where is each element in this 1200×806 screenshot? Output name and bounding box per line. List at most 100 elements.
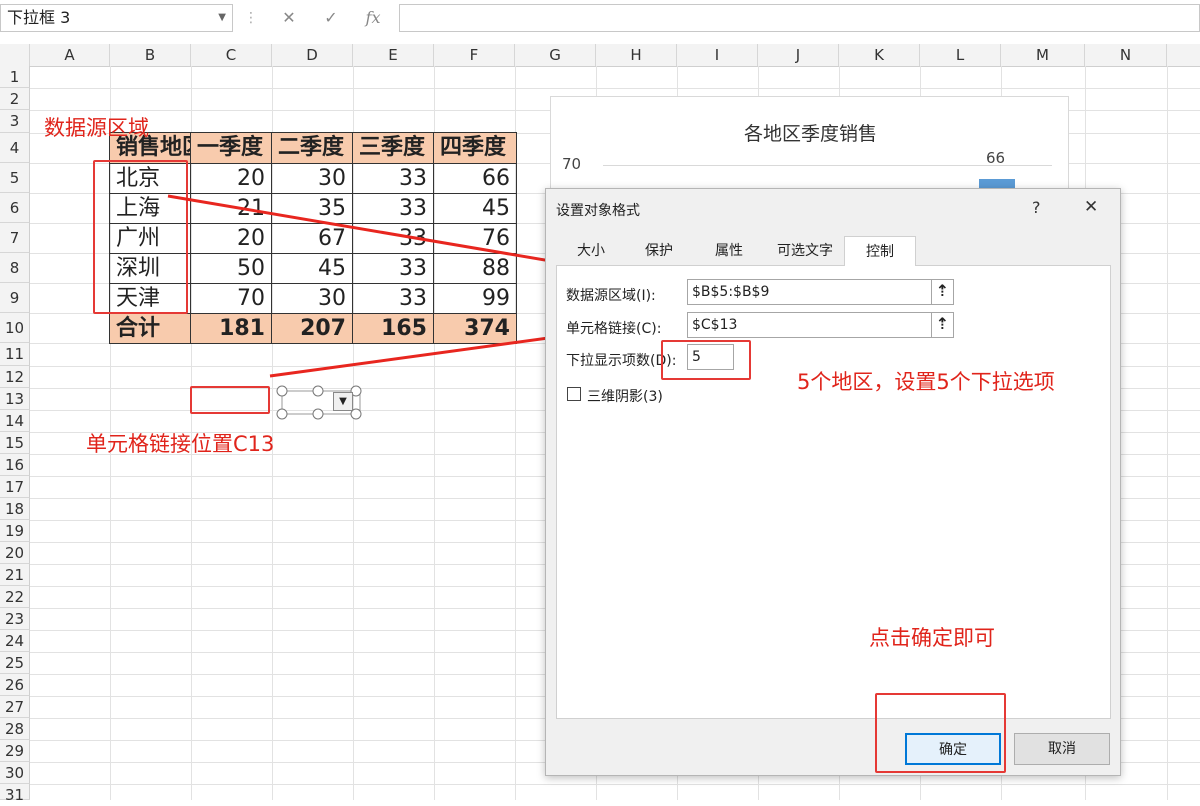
- dropdown-combo-control[interactable]: ▼: [276, 384, 368, 420]
- column-header[interactable]: D: [272, 44, 353, 66]
- tab-protection[interactable]: 保护: [626, 236, 692, 266]
- cancel-button[interactable]: 取消: [1014, 733, 1110, 765]
- table-cell[interactable]: 88: [434, 254, 517, 284]
- row-header[interactable]: 19: [0, 520, 30, 542]
- row-header[interactable]: 3: [0, 110, 30, 133]
- table-cell[interactable]: 33: [353, 284, 434, 314]
- row-header[interactable]: 22: [0, 586, 30, 608]
- row-header[interactable]: 24: [0, 630, 30, 652]
- row-header[interactable]: 7: [0, 223, 30, 253]
- table-header-cell[interactable]: 一季度: [191, 133, 272, 164]
- tab-control[interactable]: 控制: [844, 236, 916, 266]
- column-header[interactable]: K: [839, 44, 920, 66]
- table-cell[interactable]: 33: [353, 194, 434, 224]
- collapse-dialog-icon[interactable]: ⇡: [931, 313, 953, 337]
- enter-formula-icon[interactable]: ✓: [318, 6, 344, 30]
- row-header[interactable]: 11: [0, 343, 30, 366]
- chevron-down-icon[interactable]: ▼: [218, 5, 226, 31]
- dropdown-arrow-icon[interactable]: ▼: [333, 392, 353, 411]
- drag-handle-icon[interactable]: ⋮: [244, 10, 258, 26]
- table-total-cell[interactable]: 165: [353, 314, 434, 344]
- column-header[interactable]: B: [110, 44, 191, 66]
- row-header[interactable]: 25: [0, 652, 30, 674]
- table-cell[interactable]: 33: [353, 254, 434, 284]
- table-header-cell[interactable]: 三季度: [353, 133, 434, 164]
- tab-size[interactable]: 大小: [558, 236, 624, 266]
- collapse-dialog-icon[interactable]: ⇡: [931, 280, 953, 304]
- formula-input[interactable]: [399, 4, 1200, 32]
- name-box[interactable]: 下拉框 3 ▼: [0, 4, 233, 32]
- table-total-cell[interactable]: 181: [191, 314, 272, 344]
- table-total-cell[interactable]: 374: [434, 314, 517, 344]
- row-header[interactable]: 5: [0, 163, 30, 193]
- table-cell[interactable]: 70: [191, 284, 272, 314]
- insert-function-icon[interactable]: fx: [360, 6, 386, 30]
- annotation-cell-link: 单元格链接位置C13: [86, 432, 275, 456]
- table-total-cell[interactable]: 合计: [110, 314, 191, 344]
- name-box-value: 下拉框 3: [7, 8, 71, 27]
- row-header[interactable]: 17: [0, 476, 30, 498]
- row-header[interactable]: 30: [0, 762, 30, 784]
- row-header[interactable]: 23: [0, 608, 30, 630]
- column-header[interactable]: F: [434, 44, 515, 66]
- table-total-cell[interactable]: 207: [272, 314, 353, 344]
- cancel-formula-icon[interactable]: ✕: [276, 6, 302, 30]
- row-header[interactable]: 28: [0, 718, 30, 740]
- row-header[interactable]: 15: [0, 432, 30, 454]
- close-icon[interactable]: ✕: [1084, 197, 1098, 217]
- table-cell[interactable]: 20: [191, 164, 272, 194]
- 3d-shading-checkbox[interactable]: [567, 387, 581, 401]
- table-cell[interactable]: 35: [272, 194, 353, 224]
- cell-link-field[interactable]: $C$13 ⇡: [687, 312, 954, 338]
- row-header[interactable]: 27: [0, 696, 30, 718]
- table-cell[interactable]: 33: [353, 224, 434, 254]
- select-all-corner[interactable]: [0, 44, 30, 66]
- input-range-field[interactable]: $B$5:$B$9 ⇡: [687, 279, 954, 305]
- table-cell[interactable]: 45: [434, 194, 517, 224]
- table-cell[interactable]: 76: [434, 224, 517, 254]
- column-header[interactable]: J: [758, 44, 839, 66]
- table-cell[interactable]: 50: [191, 254, 272, 284]
- chart-data-label: 66: [986, 149, 1006, 167]
- row-header[interactable]: 29: [0, 740, 30, 762]
- column-header[interactable]: A: [30, 44, 110, 66]
- row-header[interactable]: 2: [0, 88, 30, 110]
- column-header[interactable]: G: [515, 44, 596, 66]
- row-header[interactable]: 31: [0, 784, 30, 804]
- row-header[interactable]: 20: [0, 542, 30, 564]
- table-cell[interactable]: 99: [434, 284, 517, 314]
- row-header[interactable]: 14: [0, 410, 30, 432]
- row-header[interactable]: 4: [0, 133, 30, 163]
- row-header[interactable]: 1: [0, 66, 30, 88]
- table-cell[interactable]: 45: [272, 254, 353, 284]
- row-header[interactable]: 12: [0, 366, 30, 388]
- row-header[interactable]: 16: [0, 454, 30, 476]
- column-header[interactable]: N: [1085, 44, 1167, 66]
- table-cell[interactable]: 30: [272, 284, 353, 314]
- tab-properties[interactable]: 属性: [694, 236, 764, 266]
- column-header[interactable]: E: [353, 44, 434, 66]
- table-cell[interactable]: 21: [191, 194, 272, 224]
- column-header[interactable]: C: [191, 44, 272, 66]
- column-header[interactable]: M: [1001, 44, 1085, 66]
- column-header[interactable]: H: [596, 44, 677, 66]
- help-icon[interactable]: ?: [1032, 198, 1041, 217]
- column-header[interactable]: L: [920, 44, 1001, 66]
- row-header[interactable]: 10: [0, 313, 30, 343]
- column-header[interactable]: I: [677, 44, 758, 66]
- table-cell[interactable]: 20: [191, 224, 272, 254]
- table-header-cell[interactable]: 二季度: [272, 133, 353, 164]
- row-header[interactable]: 18: [0, 498, 30, 520]
- row-header[interactable]: 21: [0, 564, 30, 586]
- row-header[interactable]: 13: [0, 388, 30, 410]
- table-cell[interactable]: 33: [353, 164, 434, 194]
- row-header[interactable]: 6: [0, 193, 30, 223]
- tab-alt-text[interactable]: 可选文字: [766, 236, 844, 266]
- table-cell[interactable]: 67: [272, 224, 353, 254]
- row-header[interactable]: 26: [0, 674, 30, 696]
- row-header[interactable]: 9: [0, 283, 30, 313]
- table-cell[interactable]: 30: [272, 164, 353, 194]
- row-header[interactable]: 8: [0, 253, 30, 283]
- table-header-cell[interactable]: 四季度: [434, 133, 517, 164]
- table-cell[interactable]: 66: [434, 164, 517, 194]
